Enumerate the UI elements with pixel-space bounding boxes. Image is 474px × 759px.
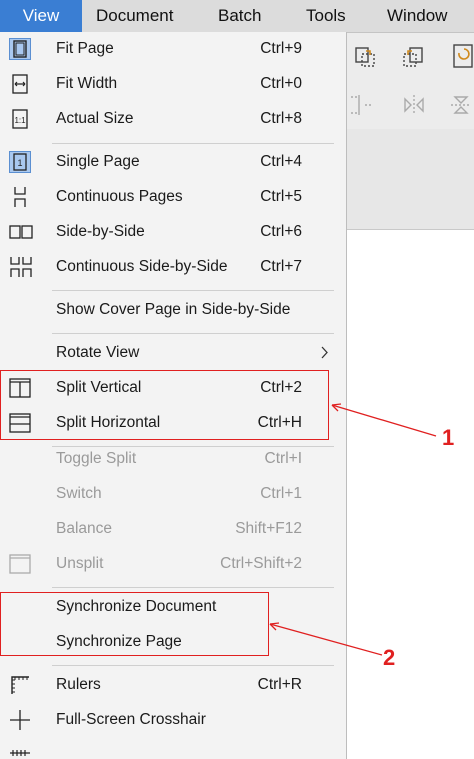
callout-arrow-1 bbox=[331, 404, 437, 437]
callout-number-2: 2 bbox=[383, 645, 396, 670]
callout-arrows bbox=[269, 403, 437, 656]
callout-number-1: 1 bbox=[442, 425, 455, 450]
callout-arrow-2 bbox=[269, 623, 383, 656]
